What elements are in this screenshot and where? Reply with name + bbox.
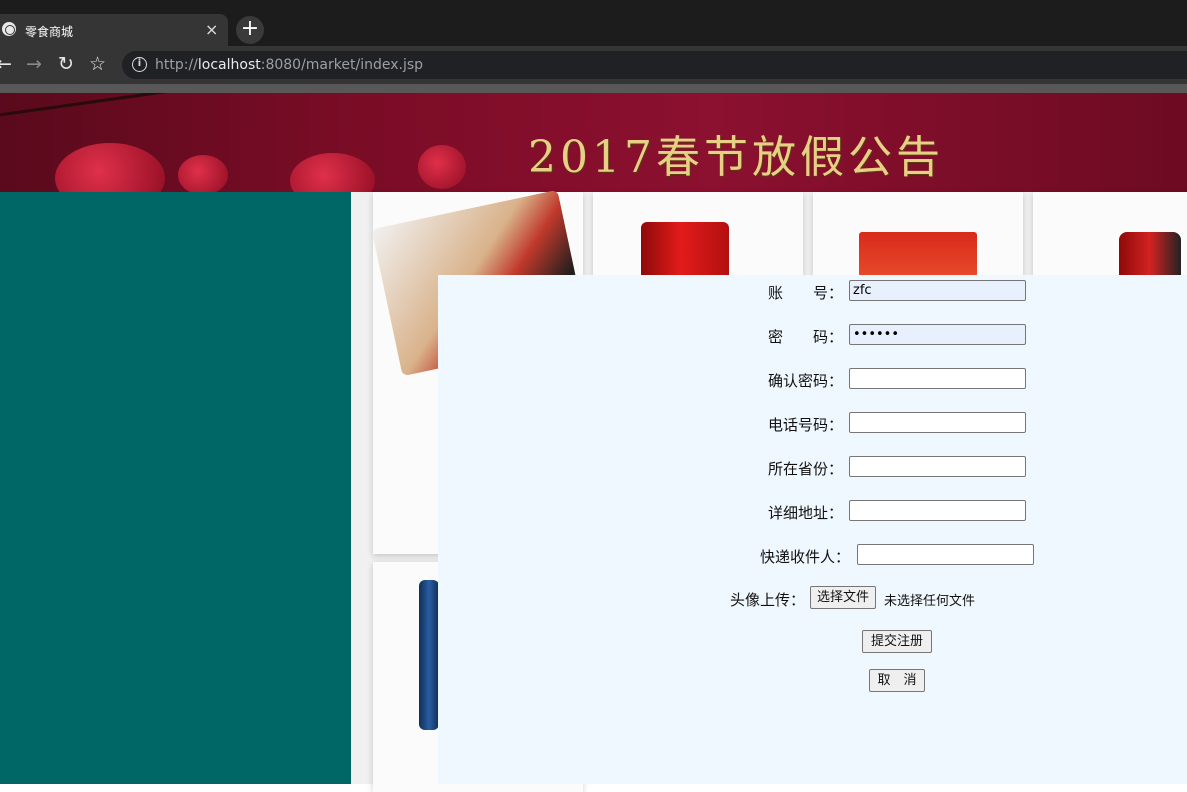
close-tab-icon[interactable]: × xyxy=(205,20,218,39)
password-row: 密 码： xyxy=(768,324,1028,346)
receiver-row: 快递收件人： xyxy=(760,544,1040,566)
browser-tab-bar: 零食商城 × + xyxy=(0,0,1187,46)
bookmark-star-icon[interactable]: ☆ xyxy=(89,54,106,74)
confirm-password-row: 确认密码： xyxy=(768,368,1028,390)
toolbar-divider xyxy=(0,84,1187,93)
submit-register-button[interactable]: 提交注册 xyxy=(862,630,932,653)
browser-toolbar: ← → ↻ ☆ i http://localhost:8080/market/i… xyxy=(0,46,1187,84)
sidebar-panel xyxy=(0,192,351,784)
phone-row: 电话号码： xyxy=(768,412,1028,434)
confirm-password-input[interactable] xyxy=(849,368,1026,389)
new-tab-button[interactable]: + xyxy=(236,16,264,44)
phone-input[interactable] xyxy=(849,412,1026,433)
receiver-input[interactable] xyxy=(857,544,1034,565)
password-label: 密 码： xyxy=(768,328,844,346)
province-input[interactable] xyxy=(849,456,1026,477)
lantern-decoration xyxy=(418,145,466,189)
address-input[interactable] xyxy=(849,500,1026,521)
confirm-password-label: 确认密码： xyxy=(768,372,844,390)
choose-file-button[interactable]: 选择文件 xyxy=(810,586,877,609)
account-input[interactable] xyxy=(849,280,1026,301)
phone-label: 电话号码： xyxy=(768,416,844,434)
back-arrow-icon[interactable]: ← xyxy=(0,54,12,74)
url-host: localhost xyxy=(197,57,261,73)
register-form: 账 号： 密 码： 确认密码： 电话号码： 所在省份： 详细地址： 快递收件人：… xyxy=(438,275,1187,784)
province-row: 所在省份： xyxy=(768,456,1028,478)
address-row: 详细地址： xyxy=(768,500,1028,522)
forward-arrow-icon[interactable]: → xyxy=(26,54,42,74)
avatar-row: 头像上传： 选择文件 未选择任何文件 xyxy=(730,586,990,609)
banner-headline: 2017春节放假公告 xyxy=(528,132,944,183)
reload-icon[interactable]: ↻ xyxy=(58,54,74,74)
receiver-label: 快递收件人： xyxy=(760,548,851,566)
file-status-text: 未选择任何文件 xyxy=(884,594,976,609)
holiday-banner: 2017春节放假公告 xyxy=(0,93,1187,192)
lantern-decoration xyxy=(178,155,228,192)
tab-title: 零食商城 xyxy=(25,25,74,39)
globe-icon xyxy=(2,22,16,36)
browser-tab[interactable]: 零食商城 × xyxy=(0,14,228,46)
account-label: 账 号： xyxy=(768,284,844,302)
cancel-button[interactable]: 取 消 xyxy=(869,669,925,692)
password-input[interactable] xyxy=(849,324,1026,345)
address-label: 详细地址： xyxy=(768,504,844,522)
province-label: 所在省份： xyxy=(768,460,844,478)
account-row: 账 号： xyxy=(768,280,1028,302)
url-text[interactable]: http://localhost:8080/market/index.jsp xyxy=(155,57,423,73)
product-image-cola-can xyxy=(641,222,729,282)
address-bar[interactable]: i http://localhost:8080/market/index.jsp xyxy=(122,51,1187,79)
product-image-orion-pie-box xyxy=(859,232,977,277)
url-scheme: http:// xyxy=(155,57,198,73)
url-path: :8080/market/index.jsp xyxy=(260,57,424,73)
avatar-label: 头像上传： xyxy=(730,591,806,609)
lantern-decoration xyxy=(290,153,375,192)
product-image-beer-can xyxy=(419,580,439,730)
info-icon[interactable]: i xyxy=(132,57,147,72)
